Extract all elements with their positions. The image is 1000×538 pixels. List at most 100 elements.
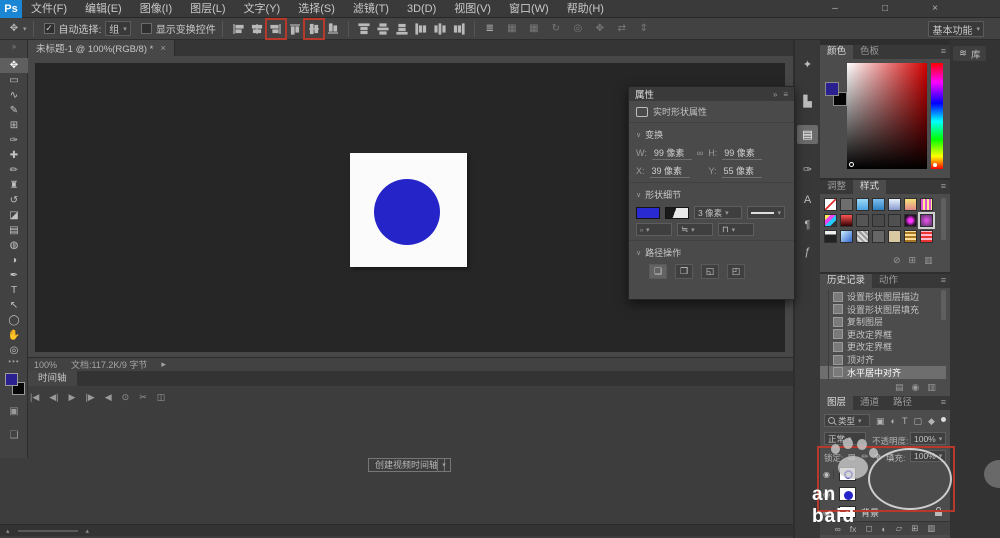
menu-item[interactable]: 滤镜(T) <box>344 0 398 18</box>
style-swatch[interactable] <box>888 230 901 243</box>
panel-menu-icon[interactable]: ≡ <box>941 397 946 407</box>
loop-button[interactable]: ⊙ <box>122 392 130 403</box>
type-tool[interactable]: T <box>0 283 28 298</box>
style-swatch[interactable] <box>856 214 869 227</box>
section-transform[interactable]: ∨ 变换 <box>629 122 794 142</box>
collapse-panel-icon[interactable]: » <box>773 90 777 99</box>
style-swatch[interactable] <box>824 198 837 211</box>
minimize-button[interactable]: – <box>822 2 848 16</box>
new-snapshot-icon[interactable]: ◉ <box>912 382 920 393</box>
history-state-row[interactable]: 更改定界框 <box>820 340 946 354</box>
lock-transparency-icon[interactable]: ▨ <box>848 452 856 461</box>
align-hcenter-button[interactable] <box>248 20 266 38</box>
blend-mode-dropdown[interactable]: 正常 ▾ <box>824 432 866 445</box>
quick-mask-button[interactable]: ▣ <box>0 406 28 417</box>
hue-slider-marker[interactable] <box>933 163 937 167</box>
section-shape-details[interactable]: ∨ 形状细节 <box>629 182 794 202</box>
edit-toolbar-icon[interactable]: ••• <box>0 357 28 366</box>
style-swatch[interactable] <box>856 230 869 243</box>
history-source-checkbox[interactable] <box>820 365 829 379</box>
visibility-eye-icon[interactable]: ◉ <box>820 469 834 479</box>
layer-thumbnail[interactable] <box>839 487 856 501</box>
screen-mode-button[interactable]: ❏ <box>0 430 28 441</box>
styles-scrollbar[interactable] <box>941 198 946 240</box>
color-field-marker[interactable] <box>849 162 854 167</box>
fill-dropdown[interactable]: 100% ▾ <box>910 450 946 462</box>
filter-toggle[interactable] <box>941 417 946 422</box>
style-swatch[interactable] <box>920 198 933 211</box>
healing-brush-tool[interactable]: ✚ <box>0 148 28 163</box>
history-state-row[interactable]: 顶对齐 <box>820 353 946 366</box>
blur-tool[interactable]: ◍ <box>0 238 28 253</box>
panel-tab[interactable]: 颜色 <box>820 45 854 59</box>
align-right-button[interactable] <box>267 20 285 38</box>
opacity-dropdown[interactable]: 100% ▾ <box>910 432 946 445</box>
delete-style-icon[interactable]: ▥ <box>924 255 933 266</box>
align-group-button[interactable]: ▦ <box>503 20 521 38</box>
menu-item[interactable]: 图层(L) <box>181 0 234 18</box>
style-swatch[interactable] <box>856 198 869 211</box>
layer-thumbnail[interactable] <box>839 467 856 481</box>
distribute-top-button[interactable] <box>355 20 373 38</box>
exclude-shapes-button[interactable]: ◰ <box>727 264 745 279</box>
menu-item[interactable]: 编辑(E) <box>76 0 131 18</box>
menu-item[interactable]: 文件(F) <box>22 0 76 18</box>
layer-row-ellipse-copy[interactable]: ◉ <box>820 484 950 504</box>
panel-tab[interactable]: 历史记录 <box>820 274 873 288</box>
libraries-tab[interactable]: ≋ 库 <box>953 46 987 61</box>
ellipse-tool[interactable]: ◯ <box>0 313 28 328</box>
new-style-icon[interactable]: ⊞ <box>909 255 917 266</box>
auto-align-button[interactable]: ≣ <box>481 20 499 38</box>
intersect-shapes-button[interactable]: ◱ <box>701 264 719 279</box>
filter-adjustment-icon[interactable]: ◐ <box>891 416 896 427</box>
panel-tab[interactable]: 样式 <box>853 180 887 194</box>
clear-style-icon[interactable]: ⊘ <box>893 255 901 266</box>
zoom-out-icon[interactable]: ▴ <box>6 527 10 535</box>
zoom-tool[interactable]: ◎ <box>0 343 28 358</box>
hue-slider[interactable] <box>931 63 943 169</box>
style-swatch[interactable] <box>824 214 837 227</box>
distribute-bottom-button[interactable] <box>393 20 411 38</box>
stroke-width-dropdown[interactable]: 3 像素 ▾ <box>694 206 742 219</box>
history-state-row[interactable]: 复制图层 <box>820 315 946 329</box>
style-swatch[interactable] <box>888 198 901 211</box>
style-swatch[interactable] <box>920 230 933 243</box>
quick-selection-tool[interactable]: ✎ <box>0 103 28 118</box>
blue-ellipse-shape[interactable] <box>374 179 440 245</box>
layer-mask-icon[interactable]: ◻ <box>865 523 872 534</box>
history-source-checkbox[interactable] <box>820 290 829 303</box>
threed-slide-button[interactable]: ⇄ <box>613 20 631 38</box>
align-vcenter-button[interactable] <box>305 20 323 38</box>
align-left-button[interactable] <box>229 20 247 38</box>
history-scrollbar[interactable] <box>941 290 946 320</box>
menu-item[interactable]: 图像(I) <box>131 0 181 18</box>
move-tool-icon[interactable]: ✥ <box>5 20 23 38</box>
menu-item[interactable]: 3D(D) <box>398 0 445 18</box>
document-tab[interactable]: 未标题-1 @ 100%(RGB/8) * × <box>28 40 175 56</box>
create-video-timeline-button[interactable]: 创建视频时间轴 <box>368 458 446 472</box>
style-swatch[interactable] <box>872 214 885 227</box>
brush-tool[interactable]: ✏ <box>0 163 28 178</box>
lasso-tool[interactable]: ∿ <box>0 88 28 103</box>
menu-item[interactable]: 文字(Y) <box>235 0 290 18</box>
histogram-icon[interactable]: ▙ <box>797 92 818 111</box>
paragraph-styles-icon[interactable]: ¶ <box>797 215 818 234</box>
threed-roll-button[interactable]: ◎ <box>569 20 587 38</box>
distribute-group-button[interactable]: ▦ <box>525 20 543 38</box>
auto-select-dropdown[interactable]: 组 ▾ <box>105 21 131 36</box>
layer-filter-dropdown[interactable]: 类型 ▾ <box>824 414 870 427</box>
layer-thumbnail[interactable] <box>839 506 856 518</box>
style-swatch[interactable] <box>872 198 885 211</box>
style-swatch[interactable] <box>904 198 917 211</box>
visibility-eye-icon[interactable]: ◉ <box>820 489 834 499</box>
stroke-color-swatch[interactable] <box>665 206 689 219</box>
panel-tab[interactable]: 色板 <box>853 45 886 59</box>
style-swatch[interactable] <box>904 230 917 243</box>
filter-smart-icon[interactable]: ◆ <box>928 416 935 427</box>
delete-layer-icon[interactable]: ▥ <box>927 523 935 534</box>
style-swatch[interactable] <box>888 214 901 227</box>
timeline-mode-caret-icon[interactable]: ▾ <box>437 458 451 472</box>
distribute-hcenter-button[interactable] <box>431 20 449 38</box>
zoom-level[interactable]: 100% <box>34 360 57 370</box>
history-source-checkbox[interactable] <box>820 302 829 316</box>
